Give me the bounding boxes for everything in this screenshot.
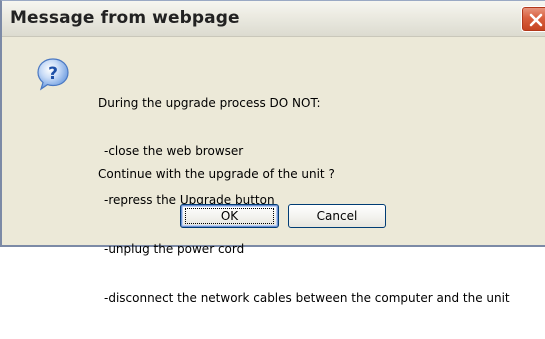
question-icon: ? bbox=[37, 58, 69, 91]
dialog-title: Message from webpage bbox=[10, 8, 240, 28]
cancel-button[interactable]: Cancel bbox=[288, 204, 386, 228]
message-line: -disconnect the network cables between t… bbox=[104, 291, 510, 306]
close-icon bbox=[529, 13, 543, 27]
message-line: -close the web browser bbox=[104, 144, 244, 159]
dialog-window: Message from webpage ? During the upgrad… bbox=[0, 0, 545, 305]
message-line: -unplug the power cord bbox=[104, 242, 245, 257]
ok-button[interactable]: OK bbox=[180, 204, 279, 228]
question-text: Continue with the upgrade of the unit ? bbox=[98, 167, 335, 181]
message-line: During the upgrade process DO NOT: bbox=[98, 95, 321, 110]
close-button[interactable] bbox=[521, 6, 545, 32]
cancel-label: Cancel bbox=[316, 209, 358, 223]
focus-ring bbox=[185, 208, 274, 224]
svg-text:?: ? bbox=[48, 64, 58, 84]
title-bar[interactable]: Message from webpage bbox=[2, 1, 545, 37]
message-text: During the upgrade process DO NOT: -clos… bbox=[98, 62, 510, 339]
